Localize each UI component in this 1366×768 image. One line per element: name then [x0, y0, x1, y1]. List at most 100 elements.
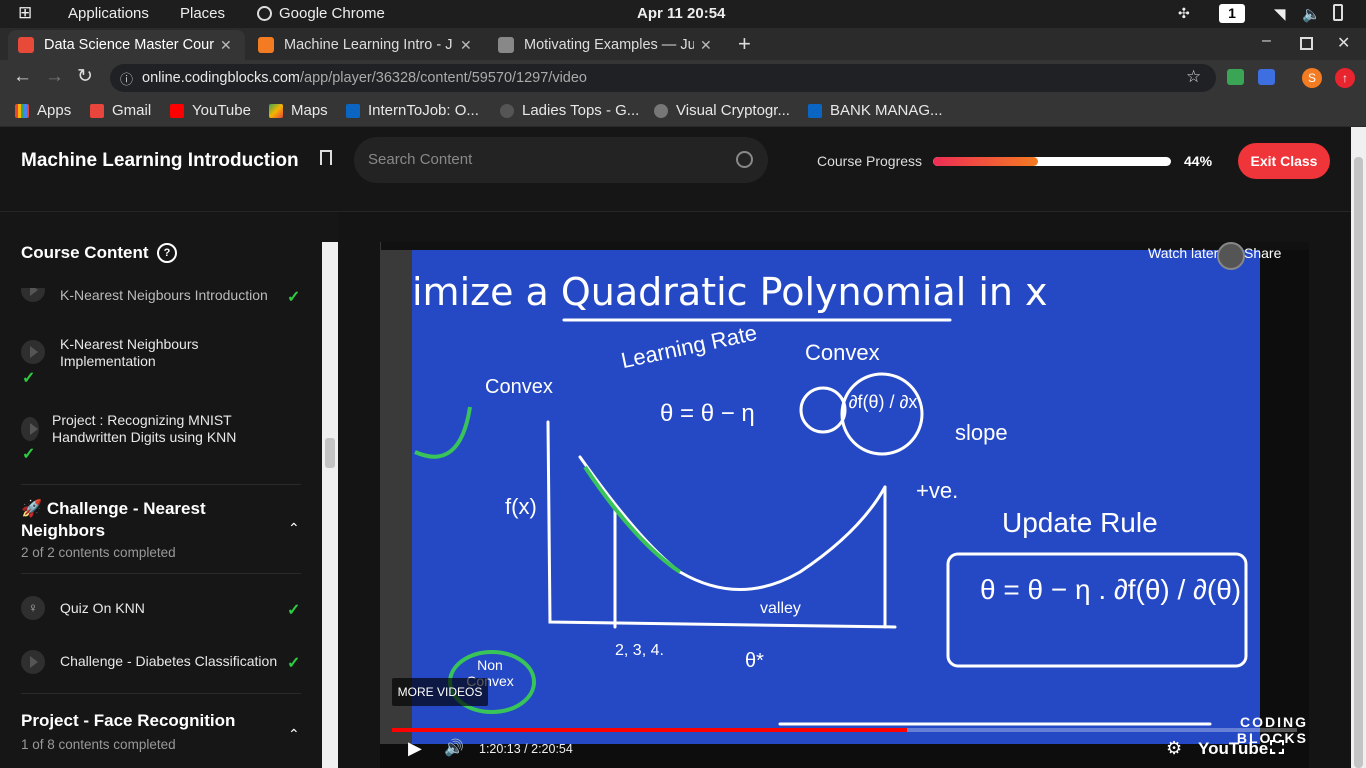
- progress-label: Course Progress: [817, 153, 923, 169]
- settings-gear-icon[interactable]: ⚙: [1166, 738, 1182, 759]
- bookmark-apps[interactable]: Apps: [15, 102, 71, 119]
- bookmark-maps[interactable]: Maps: [269, 102, 328, 119]
- course-content-heading: Course Content: [21, 243, 149, 262]
- note-valley: valley: [760, 600, 801, 617]
- lesson-title[interactable]: K-Nearest Neighbours Implementation: [60, 336, 240, 370]
- url-text[interactable]: online.codingblocks.com/app/player/36328…: [142, 70, 587, 86]
- places-menu[interactable]: Places: [180, 5, 225, 22]
- extension-icon[interactable]: [1227, 69, 1244, 85]
- axes: [546, 420, 897, 629]
- drawing-toolbar: [380, 242, 412, 744]
- play-button-icon[interactable]: ▶: [408, 738, 422, 759]
- share-button[interactable]: Share: [1244, 245, 1281, 261]
- page-scrollbar[interactable]: [1351, 127, 1366, 768]
- wifi-icon[interactable]: ◥: [1274, 5, 1286, 23]
- section-progress: 2 of 2 contents completed: [21, 545, 176, 560]
- check-icon: ✓: [22, 446, 36, 463]
- lesson-title[interactable]: Project : Recognizing MNIST Handwritten …: [52, 412, 262, 446]
- play-icon: [21, 650, 45, 674]
- watch-later-button[interactable]: Watch later: [1148, 245, 1218, 261]
- divider: [21, 484, 301, 485]
- reload-icon[interactable]: ↻: [77, 65, 93, 88]
- url-domain: online.codingblocks.com: [142, 70, 300, 86]
- clock[interactable]: Apr 11 20:54: [637, 5, 725, 22]
- collapse-chevron-icon[interactable]: ⌃: [288, 726, 300, 743]
- extensions-icon[interactable]: ✣: [1178, 5, 1190, 22]
- bookmark-icon[interactable]: [320, 150, 332, 165]
- note-equation: θ = θ − η: [660, 400, 755, 427]
- lesson-title[interactable]: Quiz On KNN: [60, 600, 145, 617]
- update-icon[interactable]: ↑: [1335, 68, 1355, 88]
- workspace-indicator[interactable]: 1: [1219, 4, 1245, 23]
- youtube-icon: [170, 103, 184, 118]
- apps-grid-icon: [15, 103, 29, 118]
- browser-tab-strip: Data Science Master Cour ✕ Machine Learn…: [0, 28, 1366, 60]
- close-tab-icon[interactable]: ✕: [220, 37, 232, 54]
- minimize-icon[interactable]: –: [1262, 32, 1271, 50]
- search-icon[interactable]: [736, 151, 753, 168]
- bookmark-bank[interactable]: BANK MANAG...: [808, 102, 943, 119]
- close-tab-icon[interactable]: ✕: [460, 37, 472, 54]
- close-tab-icon[interactable]: ✕: [700, 37, 712, 54]
- video-player[interactable]: imize a Quadratic Polynomial in x Learni…: [380, 242, 1309, 768]
- sidebar-scrollbar-thumb[interactable]: [325, 438, 335, 468]
- convex-sketch: [414, 406, 472, 459]
- extension-icon[interactable]: [1258, 69, 1275, 85]
- bookmarks-bar: Apps Gmail YouTube Maps InternToJob: O..…: [0, 96, 1366, 127]
- volume-button-icon[interactable]: 🔊: [444, 738, 464, 758]
- section-title[interactable]: Project - Face Recognition: [21, 710, 235, 732]
- bookmark-interntojob[interactable]: InternToJob: O...: [346, 102, 479, 119]
- course-header: Machine Learning Introduction Search Con…: [0, 127, 1351, 212]
- section-title[interactable]: 🚀 Challenge - Nearest Neighbors: [21, 498, 251, 542]
- bookmark-visual-crypto[interactable]: Visual Cryptogr...: [654, 102, 790, 119]
- note-slope: slope: [955, 420, 1008, 445]
- jupyter-favicon-icon: [258, 37, 274, 53]
- close-window-icon[interactable]: ✕: [1337, 33, 1350, 53]
- note-fx: f(x): [505, 494, 537, 519]
- bookmark-star-icon[interactable]: ☆: [1186, 67, 1201, 87]
- update-rule-box: [946, 552, 1248, 668]
- collapse-chevron-icon[interactable]: ⌃: [288, 520, 300, 537]
- help-icon[interactable]: ?: [157, 243, 177, 263]
- seek-bar[interactable]: [392, 728, 1297, 732]
- url-path: /app/player/36328/content/59570/1297/vid…: [299, 70, 587, 86]
- forward-icon[interactable]: →: [45, 66, 64, 88]
- gmail-icon: [90, 103, 104, 118]
- section-progress: 1 of 8 contents completed: [21, 737, 176, 752]
- back-icon[interactable]: ←: [13, 66, 32, 88]
- volume-icon[interactable]: 🔈: [1302, 5, 1321, 23]
- search-input[interactable]: Search Content: [354, 137, 768, 183]
- course-title: Machine Learning Introduction: [21, 150, 299, 171]
- tab-title: Motivating Examples — Ju: [524, 37, 694, 53]
- github-icon: [654, 103, 668, 118]
- site-info-icon[interactable]: ⓘ: [120, 69, 133, 88]
- profile-avatar[interactable]: S: [1302, 68, 1322, 88]
- note-positive: +ve.: [916, 478, 959, 503]
- tab-title: Data Science Master Cour: [44, 37, 214, 53]
- page-scrollbar-thumb[interactable]: [1354, 157, 1363, 768]
- lesson-title[interactable]: K-Nearest Neigbours Introduction: [60, 288, 268, 304]
- maximize-icon[interactable]: [1300, 37, 1313, 50]
- chrome-icon: [257, 6, 272, 21]
- more-videos-button[interactable]: MORE VIDEOS: [392, 678, 488, 706]
- tab-data-science[interactable]: Data Science Master Cour ✕: [8, 30, 245, 60]
- share-icon[interactable]: [1217, 242, 1245, 270]
- bookmark-ladies-tops[interactable]: Ladies Tops - G...: [500, 102, 639, 119]
- tab-machine-learning-intro[interactable]: Machine Learning Intro - J ✕: [248, 30, 486, 60]
- url-field[interactable]: ⓘ online.codingblocks.com/app/player/363…: [110, 64, 1216, 92]
- play-icon: [21, 288, 45, 302]
- lesson-title[interactable]: Challenge - Diabetes Classification: [60, 653, 277, 670]
- bookmark-youtube[interactable]: YouTube: [170, 102, 251, 119]
- linkedin-icon: [808, 103, 822, 118]
- browser-app-name[interactable]: Google Chrome: [279, 5, 385, 22]
- battery-icon[interactable]: [1333, 4, 1343, 21]
- bookmark-gmail[interactable]: Gmail: [90, 102, 151, 119]
- exit-class-button[interactable]: Exit Class: [1238, 143, 1330, 179]
- activities-grid-icon[interactable]: ⊞: [18, 3, 32, 23]
- note-theta-star: θ*: [745, 650, 764, 672]
- tab-motivating-examples[interactable]: Motivating Examples — Ju ✕: [488, 30, 726, 60]
- sidebar-scrollbar[interactable]: [322, 242, 338, 768]
- play-icon: [21, 340, 45, 364]
- applications-menu[interactable]: Applications: [68, 5, 149, 22]
- new-tab-icon[interactable]: +: [738, 31, 751, 57]
